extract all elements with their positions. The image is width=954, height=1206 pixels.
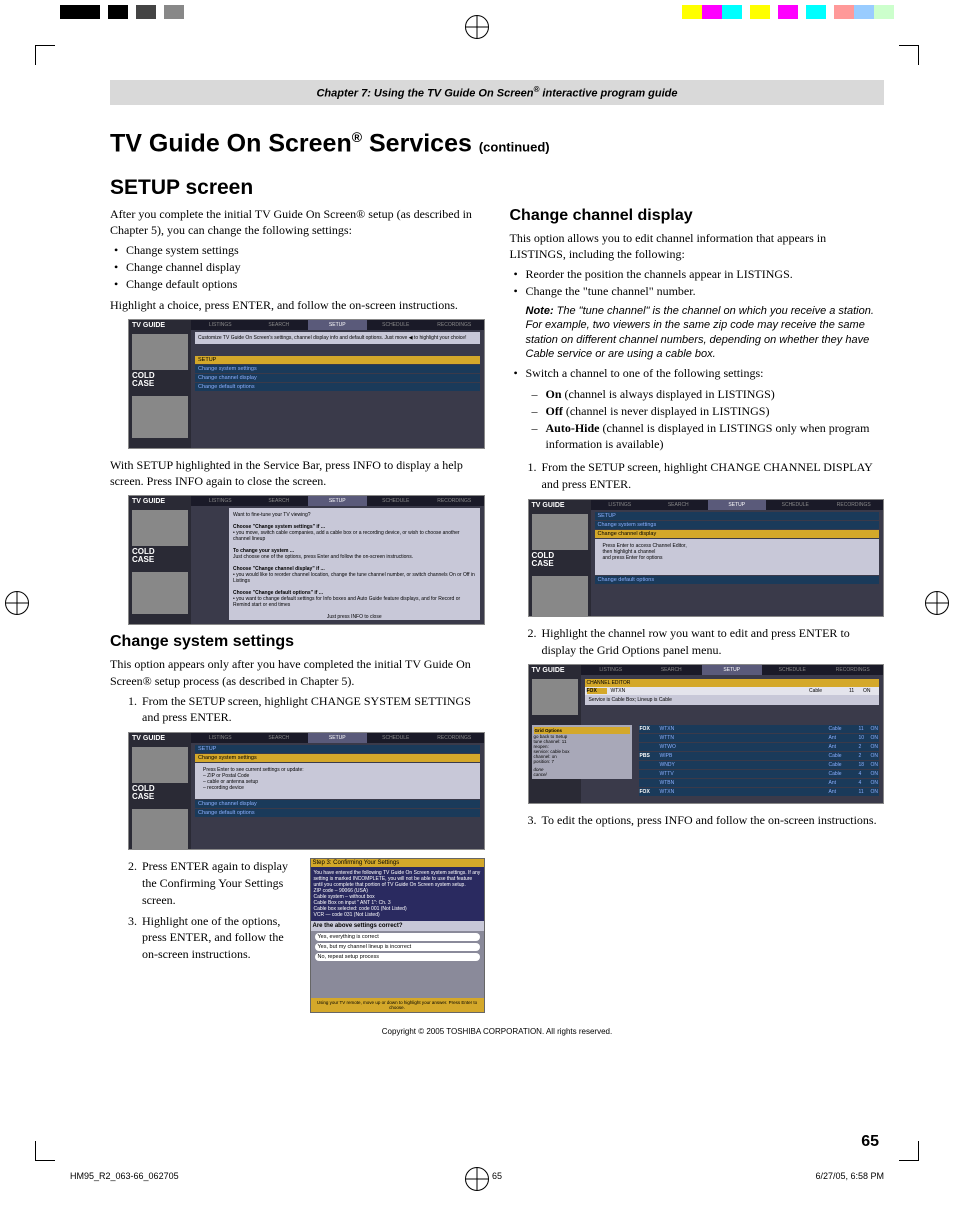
registration-mark-icon xyxy=(925,591,949,615)
screenshot-setup-menu: TV GUIDECOLD CASE LISTINGSSEARCHSETUPSCH… xyxy=(128,319,485,449)
screenshot-ccd: TV GUIDECOLD CASE LISTINGSSEARCHSETUPSCH… xyxy=(528,499,885,617)
ccd-heading: Change channel display xyxy=(510,207,885,225)
list-item: To edit the options, press INFO and foll… xyxy=(540,812,885,829)
body-text: This option allows you to edit channel i… xyxy=(510,230,885,262)
list-item: On (channel is always displayed in LISTI… xyxy=(530,386,885,403)
list-item: Off (channel is never displayed in LISTI… xyxy=(530,403,885,420)
list-item: Reorder the position the channels appear… xyxy=(510,266,885,283)
list-item: Change the "tune channel" number. xyxy=(510,283,885,300)
screenshot-channel-editor: TV GUIDE LISTINGSSEARCHSETUPSCHEDULERECO… xyxy=(528,664,885,804)
print-footer: HM95_R2_063-66_062705656/27/05, 6:58 PM xyxy=(70,1171,884,1181)
screenshot-info-panel: TV GUIDECOLD CASE LISTINGSSEARCHSETUPSCH… xyxy=(128,495,485,625)
list-item: From the SETUP screen, highlight CHANGE … xyxy=(540,459,885,493)
body-text: This option appears only after you have … xyxy=(110,656,485,688)
list-item: Change default options xyxy=(110,276,485,293)
list-item: Auto-Hide (channel is displayed in LISTI… xyxy=(530,420,885,454)
list-item: Switch a channel to one of the following… xyxy=(510,365,885,382)
registration-mark-icon xyxy=(465,15,489,39)
screenshot-css: TV GUIDECOLD CASE LISTINGSSEARCHSETUPSCH… xyxy=(128,732,485,850)
registration-mark-icon xyxy=(5,591,29,615)
chapter-header: Chapter 7: Using the TV Guide On Screen®… xyxy=(110,80,884,105)
list-item: From the SETUP screen, highlight CHANGE … xyxy=(140,693,485,727)
css-heading: Change system settings xyxy=(110,633,485,651)
copyright-text: Copyright © 2005 TOSHIBA CORPORATION. Al… xyxy=(110,1027,884,1036)
body-text: After you complete the initial TV Guide … xyxy=(110,206,485,238)
list-item: Highlight the channel row you want to ed… xyxy=(540,625,885,659)
list-item: Change system settings xyxy=(110,242,485,259)
note-text: Note: The "tune channel" is the channel … xyxy=(526,304,885,361)
setup-heading: SETUP screen xyxy=(110,176,485,200)
list-item: Change channel display xyxy=(110,259,485,276)
body-text: With SETUP highlighted in the Service Ba… xyxy=(110,457,485,489)
screenshot-confirm-settings: Step 3: Confirming Your Settings You hav… xyxy=(310,858,485,1013)
page-number: 65 xyxy=(861,1133,879,1151)
body-text: Highlight a choice, press ENTER, and fol… xyxy=(110,297,485,313)
page-title: TV Guide On Screen® Services (continued) xyxy=(110,129,884,158)
